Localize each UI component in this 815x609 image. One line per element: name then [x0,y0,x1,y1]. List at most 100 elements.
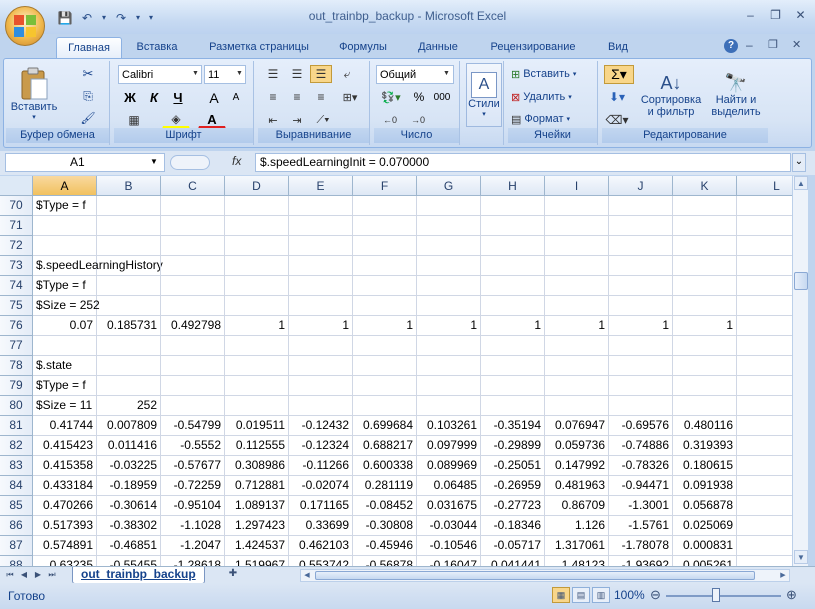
cell[interactable]: 0.005261 [673,556,737,566]
cell[interactable]: 0.019511 [225,416,289,436]
column-header-i[interactable]: I [545,176,609,196]
next-sheet-icon[interactable]: ▶ [32,568,44,582]
cell[interactable]: 1.317061 [545,536,609,556]
cell[interactable] [673,236,737,256]
cell[interactable]: 0.06485 [417,476,481,496]
cell[interactable] [417,236,481,256]
normal-view-icon[interactable]: ▦ [552,587,570,603]
cell[interactable] [673,216,737,236]
wrap-text-icon[interactable]: ⤶ [336,65,358,83]
cell[interactable] [97,356,161,376]
align-center-icon[interactable]: ≡ [286,88,308,106]
cell[interactable] [289,336,353,356]
formula-input[interactable]: $.speedLearningInit = 0.070000 [255,153,791,172]
cell[interactable] [417,276,481,296]
cell[interactable]: 0.470266 [33,496,97,516]
cell[interactable]: -0.30614 [97,496,161,516]
redo-dropdown-icon[interactable]: ▾ [134,9,142,27]
cell[interactable] [481,336,545,356]
scroll-down-icon[interactable]: ▼ [794,550,808,564]
row-header[interactable]: 74 [0,276,33,296]
cell[interactable] [737,556,792,566]
horizontal-scroll-thumb[interactable] [315,571,755,580]
save-icon[interactable]: 💾 [56,9,74,27]
cell[interactable] [289,396,353,416]
row-header[interactable]: 81 [0,416,33,436]
cell[interactable] [33,236,97,256]
cell[interactable] [481,256,545,276]
increase-indent-icon[interactable]: ⇥ [286,111,308,129]
cell[interactable]: -0.08452 [353,496,417,516]
row-header[interactable]: 70 [0,196,33,216]
cell[interactable]: 0.415423 [33,436,97,456]
cell[interactable] [417,216,481,236]
row-header[interactable]: 87 [0,536,33,556]
row-header[interactable]: 82 [0,436,33,456]
page-layout-view-icon[interactable]: ▤ [572,587,590,603]
tab-home[interactable]: Главная [56,37,122,58]
cell[interactable]: -0.38302 [97,516,161,536]
cell[interactable]: -0.5552 [161,436,225,456]
sheet-tab[interactable]: out_trainbp_backup [72,567,205,584]
cell[interactable] [545,256,609,276]
cell[interactable] [225,296,289,316]
cell[interactable]: -0.27723 [481,496,545,516]
cell[interactable] [161,376,225,396]
row-header[interactable]: 71 [0,216,33,236]
column-header-b[interactable]: B [97,176,161,196]
percent-button[interactable]: % [410,88,428,106]
cell[interactable]: -1.93692 [609,556,673,566]
cell[interactable]: 0.281119 [353,476,417,496]
insert-cells-button[interactable]: ⊞ Вставить ▾ [510,65,596,83]
cell[interactable]: 0.097999 [417,436,481,456]
cell[interactable] [545,376,609,396]
vertical-scroll-thumb[interactable] [794,272,808,290]
cell[interactable]: 0.319393 [673,436,737,456]
paste-button[interactable]: Вставить ▾ [10,63,58,125]
cell[interactable]: 0.031675 [417,496,481,516]
cell[interactable] [289,256,353,276]
horizontal-scrollbar[interactable]: ◀ ▶ [300,569,790,582]
cell[interactable] [609,276,673,296]
cell[interactable] [225,276,289,296]
cell[interactable]: 1.126 [545,516,609,536]
tab-review[interactable]: Рецензирование [480,37,586,58]
align-middle-icon[interactable]: ☰ [286,65,308,83]
cell[interactable]: -1.78078 [609,536,673,556]
cell[interactable] [353,336,417,356]
row-header[interactable]: 77 [0,336,33,356]
cell[interactable] [481,356,545,376]
cell[interactable] [225,396,289,416]
redo-icon[interactable]: ↷ [112,9,130,27]
column-header-a[interactable]: A [33,176,97,196]
cell[interactable] [417,256,481,276]
row-header[interactable]: 80 [0,396,33,416]
borders-icon[interactable]: ▦ [120,111,148,129]
cell[interactable] [225,356,289,376]
cell[interactable]: -0.30808 [353,516,417,536]
increase-decimal-icon[interactable]: ←0 [378,111,402,129]
cell[interactable]: -0.56878 [353,556,417,566]
zoom-slider-track[interactable] [666,595,781,597]
cell[interactable] [353,356,417,376]
cell[interactable]: 0.025069 [673,516,737,536]
column-header-l[interactable]: L [737,176,792,196]
cell[interactable]: -1.3001 [609,496,673,516]
tab-page-layout[interactable]: Разметка страницы [200,37,318,58]
cell[interactable]: 0.517393 [33,516,97,536]
cell[interactable]: -0.78326 [609,456,673,476]
cell[interactable] [289,276,353,296]
cell[interactable] [545,396,609,416]
cell[interactable]: 0.600338 [353,456,417,476]
cell[interactable]: -0.69576 [609,416,673,436]
tab-insert[interactable]: Вставка [126,37,188,58]
cell[interactable]: -0.12432 [289,416,353,436]
cell[interactable] [609,376,673,396]
cell[interactable]: 0.147992 [545,456,609,476]
cell[interactable]: 0.86709 [545,496,609,516]
cell[interactable] [673,336,737,356]
bold-button[interactable]: Ж [120,88,140,107]
cell[interactable] [97,376,161,396]
underline-button[interactable]: Ч [168,88,188,107]
cell[interactable]: 0.688217 [353,436,417,456]
